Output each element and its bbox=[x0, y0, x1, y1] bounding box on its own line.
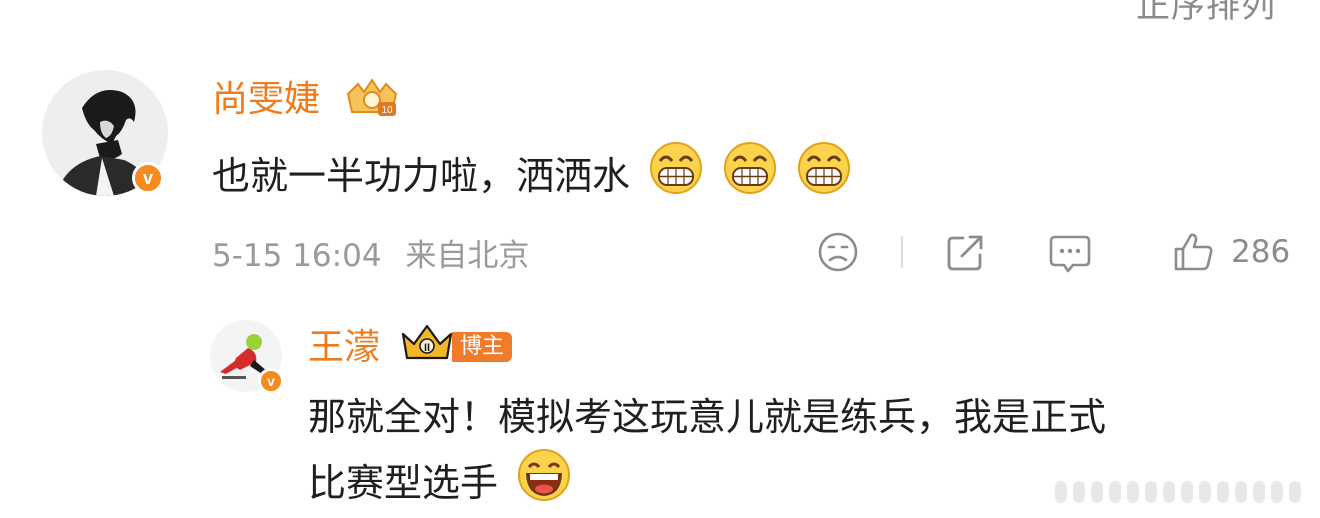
scroll-indicator bbox=[1055, 481, 1305, 503]
author-tag: 博主 bbox=[452, 332, 513, 362]
thumbs-up-icon bbox=[1174, 233, 1213, 271]
reply-button[interactable] bbox=[1047, 229, 1093, 275]
comment-actions: 286 bbox=[815, 228, 1290, 276]
crown-level-label: 10 bbox=[381, 105, 393, 116]
comment-time: 5-15 16:04 bbox=[212, 238, 382, 274]
like-button[interactable]: 286 bbox=[1171, 229, 1290, 275]
grin-icon bbox=[798, 142, 851, 194]
verified-badge-icon: v bbox=[132, 162, 164, 194]
reply-text: 那就全对！模拟考这玩意儿就是练兵，我是正式 比赛型选手 bbox=[308, 386, 1106, 514]
comment-text-body: 也就一半功力啦，洒洒水 bbox=[212, 154, 631, 198]
grin-icon bbox=[724, 142, 777, 194]
verified-badge-icon: v bbox=[258, 368, 284, 394]
comment-location: 来自北京 bbox=[405, 238, 530, 274]
member-crown-icon: 10 bbox=[346, 78, 398, 116]
comment-bubble-icon bbox=[1049, 235, 1091, 273]
reply-text-line2-body: 比赛型选手 bbox=[308, 461, 499, 505]
laugh-icon bbox=[518, 449, 571, 501]
dislike-button[interactable] bbox=[815, 229, 861, 275]
comment-meta: 5-15 16:04 来自北京 bbox=[212, 230, 529, 275]
crown-level-label: II bbox=[424, 342, 430, 354]
action-divider bbox=[901, 236, 903, 268]
sad-face-icon bbox=[818, 232, 858, 272]
share-button[interactable] bbox=[943, 229, 989, 275]
comment-text: 也就一半功力啦，洒洒水 bbox=[212, 141, 852, 206]
reply-username[interactable]: 王濛 bbox=[308, 330, 380, 366]
sort-order-label[interactable]: 正序排列 bbox=[1136, 0, 1276, 27]
reply-text-line1: 那就全对！模拟考这玩意儿就是练兵，我是正式 bbox=[308, 395, 1107, 439]
grin-icon bbox=[650, 142, 703, 194]
share-icon bbox=[947, 235, 983, 271]
reply-text-line2: 比赛型选手 bbox=[308, 448, 1106, 514]
comment-username[interactable]: 尚雯婕 bbox=[212, 82, 320, 118]
member-crown-icon: II bbox=[401, 324, 453, 360]
like-count: 286 bbox=[1231, 234, 1291, 270]
